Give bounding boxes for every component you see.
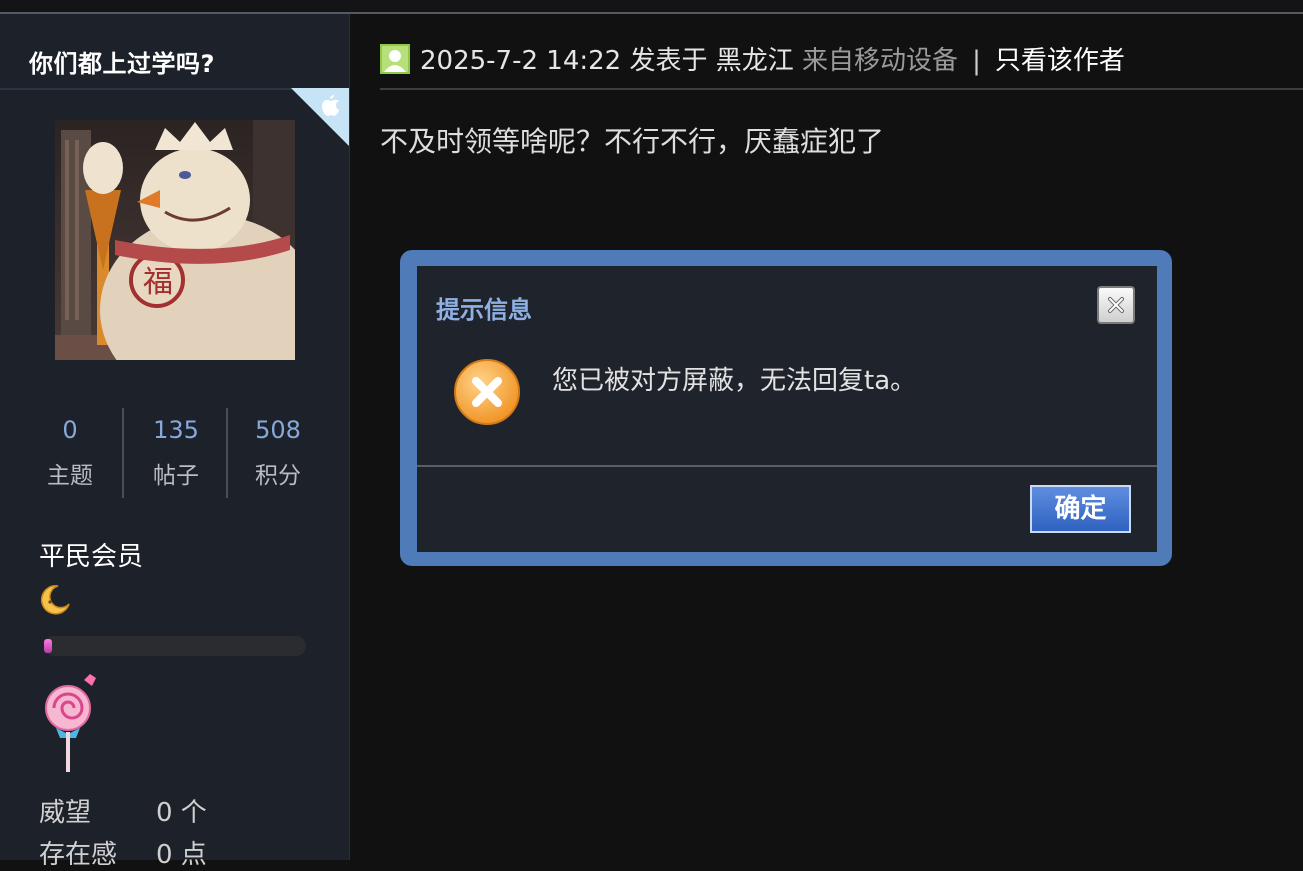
level-progress-fill bbox=[44, 639, 52, 653]
post-source: 来自移动设备 bbox=[802, 46, 959, 76]
stat-posts-value[interactable]: 135 bbox=[124, 416, 228, 444]
moon-level-icon bbox=[40, 585, 70, 615]
prop-presence-value: 0 点 bbox=[156, 840, 207, 870]
stat-credits-label: 积分 bbox=[255, 463, 301, 489]
stat-credits[interactable]: 508 积分 bbox=[226, 408, 330, 498]
post-content: 不及时领等啥呢？不行不行，厌蠢症犯了 bbox=[380, 125, 885, 158]
stat-threads-label: 主题 bbox=[47, 463, 93, 489]
ok-button[interactable]: 确定 bbox=[1030, 485, 1131, 533]
stat-threads-value[interactable]: 0 bbox=[18, 416, 122, 444]
lollipop-medal-icon[interactable] bbox=[40, 670, 102, 774]
author-username[interactable]: 你们都上过学吗? bbox=[29, 44, 215, 79]
stat-posts[interactable]: 135 帖子 bbox=[124, 408, 228, 498]
stat-credits-value[interactable]: 508 bbox=[226, 416, 330, 444]
error-icon bbox=[454, 359, 520, 425]
alert-dialog-panel: 提示信息 您已被对方屏蔽，无法回复ta。 确定 bbox=[417, 266, 1157, 552]
prop-presence: 存在感 0 点 bbox=[39, 834, 207, 871]
post-location: 黑龙江 bbox=[715, 46, 794, 76]
svg-text:福: 福 bbox=[143, 265, 173, 300]
member-rank[interactable]: 平民会员 bbox=[39, 536, 143, 573]
close-icon bbox=[1108, 297, 1124, 313]
apple-device-icon bbox=[291, 88, 349, 146]
level-progress-bar bbox=[44, 636, 306, 656]
dialog-message: 您已被对方屏蔽，无法回复ta。 bbox=[552, 366, 917, 396]
author-avatar[interactable]: 福 bbox=[55, 120, 295, 360]
dialog-close-button[interactable] bbox=[1097, 286, 1135, 324]
prop-prestige-value: 0 个 bbox=[156, 798, 207, 828]
dialog-title: 提示信息 bbox=[436, 296, 532, 324]
stat-posts-label: 帖子 bbox=[153, 463, 199, 489]
only-author-link[interactable]: 只看该作者 bbox=[995, 46, 1125, 76]
prop-prestige-key: 威望 bbox=[39, 798, 92, 828]
online-user-icon bbox=[380, 44, 410, 74]
post-header-divider bbox=[380, 88, 1303, 90]
post-meta: 2025-7-2 14:22 发表于 黑龙江 来自移动设备 | 只看该作者 bbox=[380, 40, 1300, 80]
dialog-footer-divider bbox=[417, 465, 1157, 467]
alert-dialog: 提示信息 您已被对方屏蔽，无法回复ta。 确定 bbox=[400, 250, 1172, 566]
author-sidebar: 你们都上过学吗? 福 0 主题 135 帖子 508 积分 平民会员 威望 0 … bbox=[0, 14, 350, 870]
prop-presence-key: 存在感 bbox=[39, 840, 118, 870]
post-datetime: 2025-7-2 14:22 bbox=[420, 46, 622, 76]
top-bar bbox=[0, 0, 1303, 14]
stat-threads[interactable]: 0 主题 bbox=[18, 408, 122, 498]
prop-prestige: 威望 0 个 bbox=[39, 792, 207, 829]
meta-separator: | bbox=[972, 46, 981, 76]
author-stats: 0 主题 135 帖子 508 积分 bbox=[18, 408, 330, 498]
post-posted-in-label: 发表于 bbox=[629, 46, 708, 76]
